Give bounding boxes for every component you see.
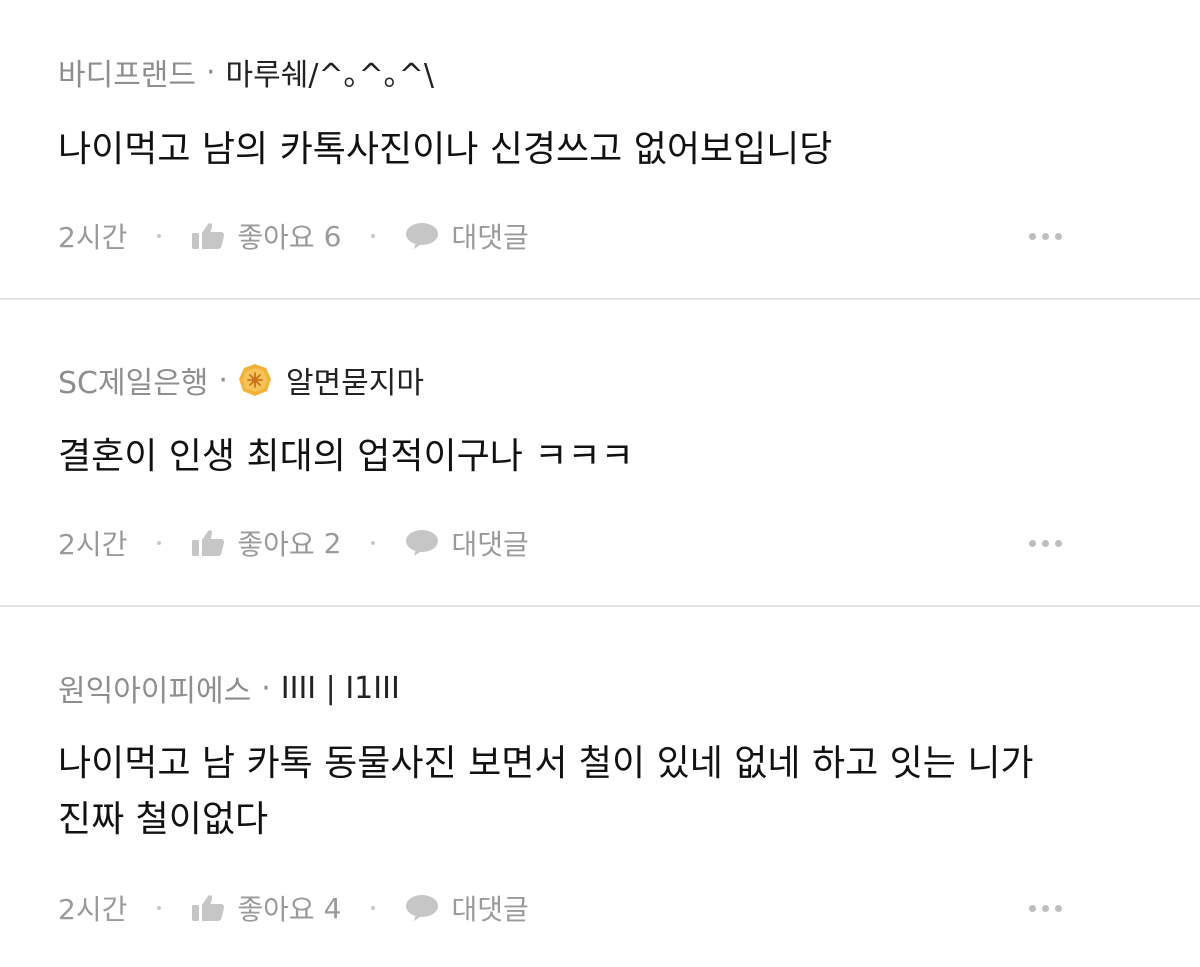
like-label: 좋아요 [237, 893, 315, 926]
more-dots-icon [1055, 539, 1062, 547]
more-dots-icon [1042, 539, 1049, 547]
more-options-button[interactable] [1029, 888, 1062, 928]
comment-author-line: SC제일은행 · 알면묻지마 [58, 358, 424, 402]
speech-bubble-icon [406, 223, 439, 249]
speech-bubble-icon [406, 895, 439, 921]
comment-text: 결혼이 인생 최대의 업적이구나 ㅋㅋㅋ [58, 436, 634, 477]
author-company[interactable]: SC제일은행 [58, 358, 208, 402]
thumbs-up-icon [192, 223, 225, 249]
reply-button[interactable]: 대댓글 [405, 216, 529, 256]
comment-time: 2시간 [58, 893, 128, 926]
comment-text: 나이먹고 남 카톡 동물사진 보면서 철이 있네 없네 하고 잇는 니가 진짜 … [58, 743, 1034, 840]
like-label: 좋아요 [237, 221, 315, 254]
author-nickname[interactable]: 마루쉐/^｡^｡^\ [226, 50, 434, 94]
more-dots-icon [1042, 904, 1049, 912]
like-button[interactable]: 좋아요 4 [191, 888, 341, 928]
like-count: 6 [323, 219, 342, 253]
comment-meta: 2시간 좋아요 6 대댓글 [58, 216, 1138, 256]
more-dots-icon [1029, 904, 1036, 912]
meta-separator-dot [371, 234, 376, 238]
author-separator: · [218, 362, 228, 398]
comment-time: 2시간 [58, 528, 128, 561]
author-separator: · [261, 670, 271, 706]
author-nickname[interactable]: IIII | I1III [281, 671, 400, 706]
comment-divider [0, 298, 1200, 300]
thumbs-up-icon [192, 530, 225, 556]
like-button[interactable]: 좋아요 6 [191, 216, 341, 256]
like-count: 4 [323, 891, 342, 925]
gold-badge-icon [238, 364, 271, 396]
reply-label: 대댓글 [451, 221, 529, 254]
speech-bubble-icon [406, 530, 439, 556]
meta-separator-dot [157, 234, 162, 238]
thumbs-up-icon [192, 895, 225, 921]
comment-author-line: 바디프랜드 · 마루쉐/^｡^｡^\ [58, 50, 434, 94]
reply-label: 대댓글 [451, 893, 529, 926]
reply-label: 대댓글 [451, 528, 529, 561]
comment-meta: 2시간 좋아요 2 대댓글 [58, 523, 1138, 563]
more-dots-icon [1055, 232, 1062, 240]
author-nickname[interactable]: 알면묻지마 [286, 358, 424, 402]
more-options-button[interactable] [1029, 523, 1062, 563]
author-company[interactable]: 바디프랜드 [58, 50, 196, 94]
meta-separator-dot [371, 541, 376, 545]
comment-divider [0, 605, 1200, 607]
author-company[interactable]: 원익아이피에스 [58, 666, 251, 710]
author-separator: · [206, 54, 216, 90]
meta-separator-dot [371, 906, 376, 910]
meta-separator-dot [157, 541, 162, 545]
more-dots-icon [1029, 232, 1036, 240]
comment-text: 나이먹고 남의 카톡사진이나 신경쓰고 없어보입니당 [58, 129, 833, 170]
more-dots-icon [1029, 539, 1036, 547]
like-button[interactable]: 좋아요 2 [191, 523, 341, 563]
comment-time: 2시간 [58, 221, 128, 254]
comment-author-line: 원익아이피에스 · IIII | I1III [58, 666, 400, 710]
more-options-button[interactable] [1029, 216, 1062, 256]
reply-button[interactable]: 대댓글 [405, 888, 529, 928]
like-count: 2 [323, 526, 342, 560]
more-dots-icon [1042, 232, 1049, 240]
more-dots-icon [1055, 904, 1062, 912]
reply-button[interactable]: 대댓글 [405, 523, 529, 563]
comment-meta: 2시간 좋아요 4 대댓글 [58, 888, 1138, 928]
meta-separator-dot [157, 906, 162, 910]
like-label: 좋아요 [237, 528, 315, 561]
